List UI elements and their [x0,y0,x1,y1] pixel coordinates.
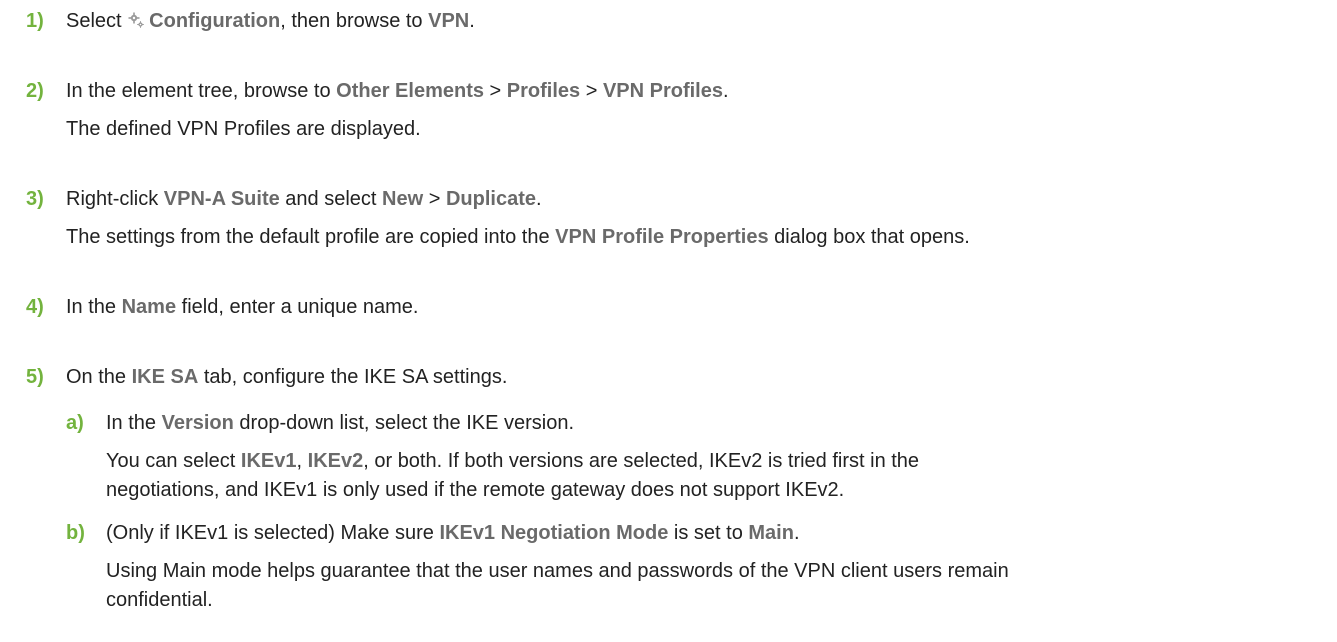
ui-term: New [382,188,424,210]
ui-term: IKEv2 [307,450,364,472]
step-text: In the Name field, enter a unique name. [66,296,419,318]
substep-detail: Using Main mode helps guarantee that the… [106,560,1009,582]
step-number: 5) [26,366,44,388]
substep-text: In the Version drop-down list, select th… [106,412,575,434]
ui-term: IKE SA [131,366,199,388]
ui-term: Other Elements [336,80,484,102]
step-number: 4) [26,296,44,318]
ui-term: VPN Profile Properties [555,226,769,248]
ui-term: VPN [428,10,470,32]
ui-term: IKEv1 [240,450,297,472]
gear-icon [127,10,145,28]
substep-detail: You can select IKEv1, IKEv2, or both. If… [106,450,920,472]
ui-term: Duplicate [445,188,536,210]
ui-term: Configuration [149,10,281,32]
substep-detail: negotiations, and IKEv1 is only used if … [106,479,845,501]
ui-term: VPN-A Suite [163,188,280,210]
substep-letter: b) [66,522,85,544]
substep-detail: confidential. [106,589,213,611]
step-number: 2) [26,80,44,102]
step-text: On the IKE SA tab, configure the IKE SA … [66,366,508,388]
step-result: The defined VPN Profiles are displayed. [66,118,421,140]
ui-term: Version [161,412,234,434]
ui-term: Profiles [506,80,581,102]
step-result: The settings from the default profile ar… [66,226,970,248]
step-number: 1) [26,10,44,32]
ui-term: VPN Profiles [602,80,723,102]
step-text: Select Configuration, then browse to VPN… [66,10,475,32]
step-number: 3) [26,188,44,210]
ui-term: Name [121,296,177,318]
substep-letter: a) [66,412,84,434]
ui-term: IKEv1 Negotiation Mode [439,522,669,544]
ui-term: Main [748,522,794,544]
step-text: In the element tree, browse to Other Ele… [66,80,729,102]
substep-text: (Only if IKEv1 is selected) Make sure IK… [106,522,800,544]
step-text: Right-click VPN-A Suite and select New >… [66,188,542,210]
